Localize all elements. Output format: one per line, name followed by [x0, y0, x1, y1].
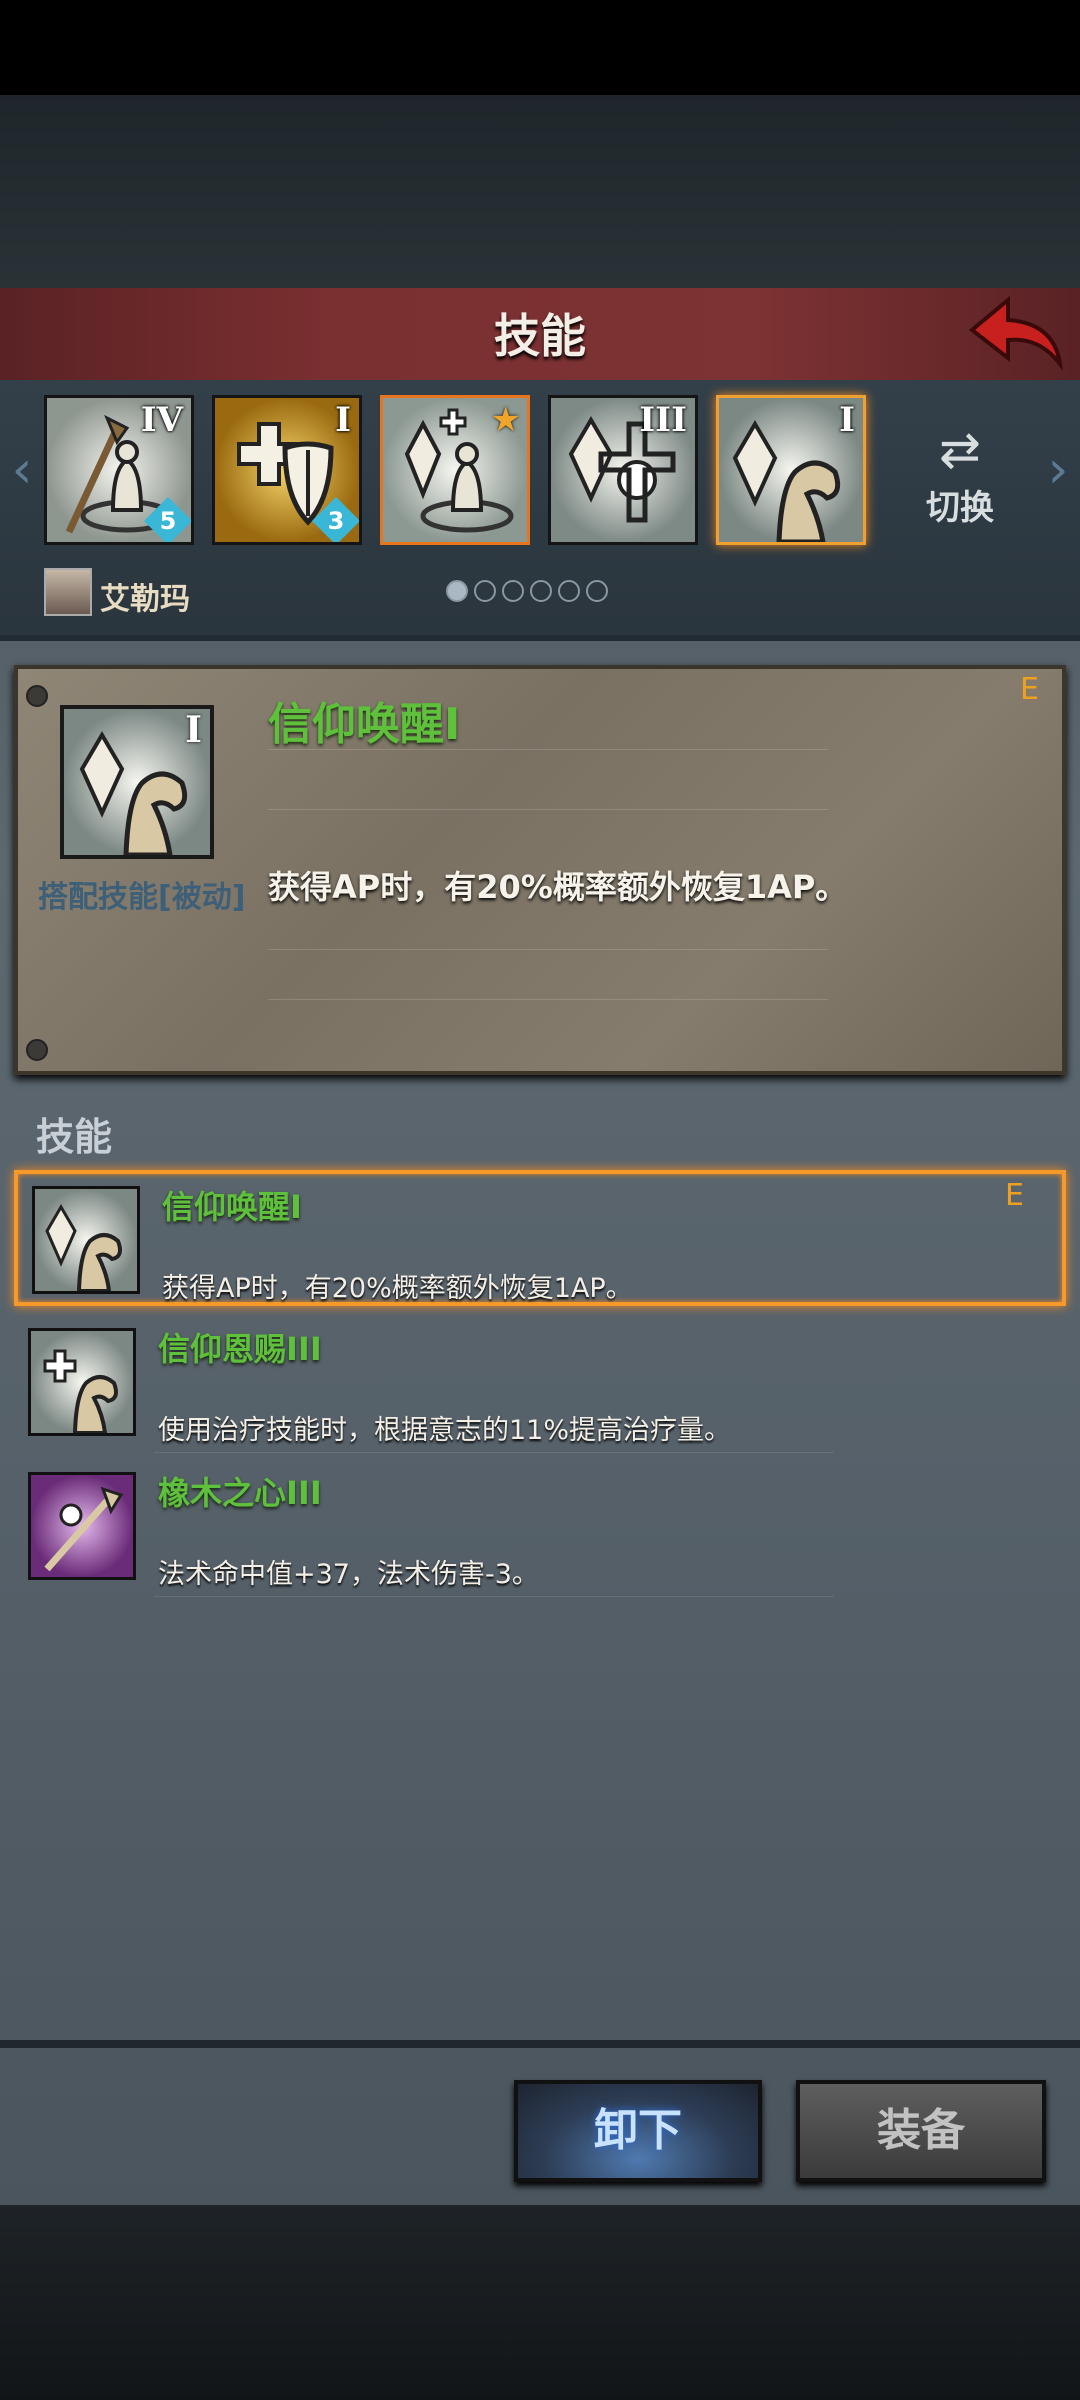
list-item[interactable]: 信仰恩赐III 使用治疗技能时，根据意志的11%提高治疗量。 [14, 1316, 1066, 1453]
card-line [268, 999, 828, 1000]
next-arrow-icon[interactable]: › [1038, 440, 1078, 500]
row-divider [154, 1452, 834, 1453]
skill-slot-1[interactable]: IV 5 [44, 395, 194, 545]
divider [0, 2040, 1080, 2048]
skill-type-label: 搭配技能[被动] [38, 880, 246, 915]
list-item-icon [28, 1472, 136, 1580]
prev-arrow-icon[interactable]: ‹ [2, 440, 42, 500]
unequip-button[interactable]: 卸下 [514, 2080, 762, 2182]
slot-level-badge: 5 [143, 496, 191, 542]
page-dot[interactable] [530, 580, 552, 602]
slot-rank: IV [140, 400, 183, 440]
list-item-description: 获得AP时，有20%概率额外恢复1AP。 [162, 1273, 633, 1304]
list-item-name: 橡木之心III [158, 1474, 322, 1512]
slot-level-badge: 3 [311, 496, 359, 542]
list-item[interactable]: 橡木之心III 法术命中值+37，法术伤害-3。 [14, 1460, 1066, 1597]
page-title: 技能 [494, 309, 586, 363]
equip-label: 装备 [877, 2105, 965, 2156]
unequip-label: 卸下 [594, 2105, 682, 2156]
list-item[interactable]: 信仰唤醒I 获得AP时，有20%概率额外恢复1AP。 E [14, 1170, 1066, 1306]
status-bar [0, 0, 1080, 95]
page-dot[interactable] [474, 580, 496, 602]
skill-slot-4[interactable]: III [548, 395, 698, 545]
skill-slot-2[interactable]: I 3 [212, 395, 362, 545]
row-divider [154, 1596, 834, 1597]
detail-grade: E [1020, 672, 1039, 707]
list-item-name: 信仰恩赐III [158, 1330, 322, 1368]
upper-background [0, 95, 1080, 288]
list-item-icon [32, 1186, 140, 1294]
list-item-name: 信仰唤醒I [162, 1188, 302, 1226]
divider [0, 635, 1080, 641]
card-line [268, 949, 828, 950]
slot-rank: I [839, 400, 855, 440]
list-item-icon [28, 1328, 136, 1436]
page-dot[interactable] [446, 580, 468, 602]
list-item-description: 法术命中值+37，法术伤害-3。 [158, 1559, 539, 1590]
detail-rank: I [185, 709, 202, 751]
crystal-hand-icon [35, 1189, 137, 1291]
page-indicator [446, 580, 614, 606]
page-dot[interactable] [558, 580, 580, 602]
switch-button[interactable]: ⇄ 切换 [915, 420, 1005, 540]
detail-skill-name: 信仰唤醒I [268, 699, 461, 750]
page-dot[interactable] [502, 580, 524, 602]
skill-slot-3[interactable]: ★ [380, 395, 530, 545]
bottom-background [0, 2205, 1080, 2400]
skill-slot-5[interactable]: I [716, 395, 866, 545]
star-icon: ★ [490, 400, 521, 440]
detail-skill-description: 获得AP时，有20%概率额外恢复1AP。 [268, 868, 848, 906]
back-button[interactable] [968, 292, 1064, 372]
detail-skill-icon: I [60, 705, 214, 859]
rivet [26, 685, 48, 707]
swap-arrows-icon: ⇄ [939, 421, 981, 479]
list-title: 技能 [36, 1115, 113, 1159]
hand-blessing-icon [31, 1331, 133, 1433]
card-line [268, 809, 828, 810]
page-dot[interactable] [586, 580, 608, 602]
slot-rank: III [639, 400, 687, 440]
equip-button[interactable]: 装备 [796, 2080, 1046, 2182]
rivet [26, 1039, 48, 1061]
switch-label: 切换 [926, 488, 994, 528]
list-item-grade: E [1005, 1178, 1024, 1213]
slot-rank: I [335, 400, 351, 440]
avatar [44, 568, 92, 616]
character-name: 艾勒玛 [100, 582, 190, 617]
list-item-description: 使用治疗技能时，根据意志的11%提高治疗量。 [158, 1415, 732, 1446]
back-arrow-icon [968, 295, 1064, 372]
oak-staff-icon [31, 1475, 133, 1577]
